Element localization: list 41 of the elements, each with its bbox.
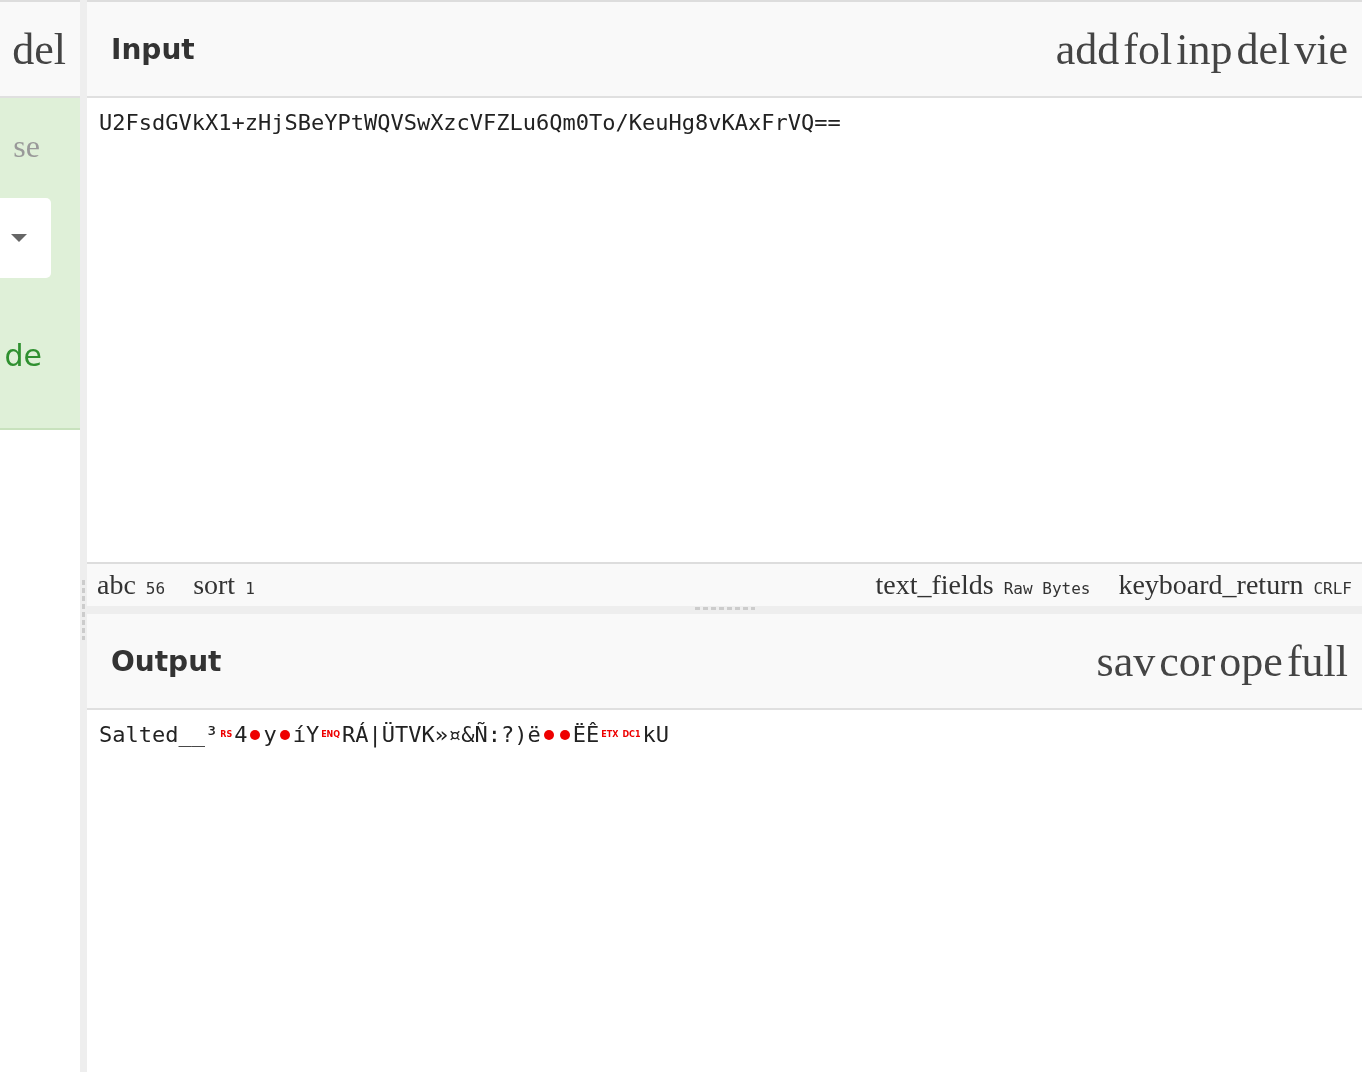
output-text: y xyxy=(263,722,277,747)
output-text: kU xyxy=(642,722,669,747)
toolbar-button[interactable]: del xyxy=(1236,23,1291,75)
toolbar-button[interactable]: add xyxy=(1055,23,1120,75)
control-char-dot-icon xyxy=(250,729,261,740)
control-char-label: RS xyxy=(220,730,233,739)
status-icon-label[interactable]: keyboard_return xyxy=(1118,569,1304,601)
output-text: Salted__³ xyxy=(99,722,219,747)
panel-title: Output xyxy=(111,644,222,678)
output-text: RÁ|ÜTVK»¤&Ñ:?)ë xyxy=(342,722,541,747)
output-text: íY xyxy=(292,722,320,747)
status-icon-label: sort xyxy=(193,569,236,601)
status-value: 56 xyxy=(145,579,166,598)
status-value[interactable]: CRLF xyxy=(1313,579,1352,598)
toolbar-button[interactable]: fol xyxy=(1123,23,1173,75)
status-value[interactable]: Raw Bytes xyxy=(1003,579,1091,598)
status-value: 1 xyxy=(245,579,255,598)
output-text: ËÊ xyxy=(572,722,600,747)
control-char-dot-icon xyxy=(543,729,554,740)
toolbar-button[interactable]: inp xyxy=(1176,23,1233,75)
output-text: 4 xyxy=(234,722,248,747)
status-icon-label: abc xyxy=(97,569,136,601)
toolbar-button[interactable]: vie xyxy=(1294,23,1348,75)
toolbar-button[interactable]: ope xyxy=(1219,635,1283,687)
control-char-dot-icon xyxy=(279,729,290,740)
status-icon-label[interactable]: text_fields xyxy=(875,569,994,601)
control-char-label: ENQ xyxy=(321,730,341,739)
input-text: U2FsdGVkX1+zHjSBeYPtWQVSwXzcVFZLu6Qm0To/KeuHg8vKAxFrVQ== xyxy=(99,110,841,135)
hint-text: se xyxy=(13,128,40,166)
toolbar-button[interactable]: cor xyxy=(1159,635,1216,687)
operation-label: de xyxy=(4,338,42,373)
control-char-label: DC1 xyxy=(622,730,641,739)
toolbar-button[interactable]: sav xyxy=(1096,635,1156,687)
control-char-dot-icon xyxy=(559,729,570,740)
toolbar-button[interactable]: full xyxy=(1286,635,1348,687)
panel-title: Input xyxy=(111,32,195,66)
resize-handle[interactable] xyxy=(694,607,755,610)
control-char-label: ETX xyxy=(601,730,619,739)
dropdown[interactable] xyxy=(0,198,51,278)
caret-icon xyxy=(11,234,27,242)
resize-handle[interactable] xyxy=(82,580,85,640)
